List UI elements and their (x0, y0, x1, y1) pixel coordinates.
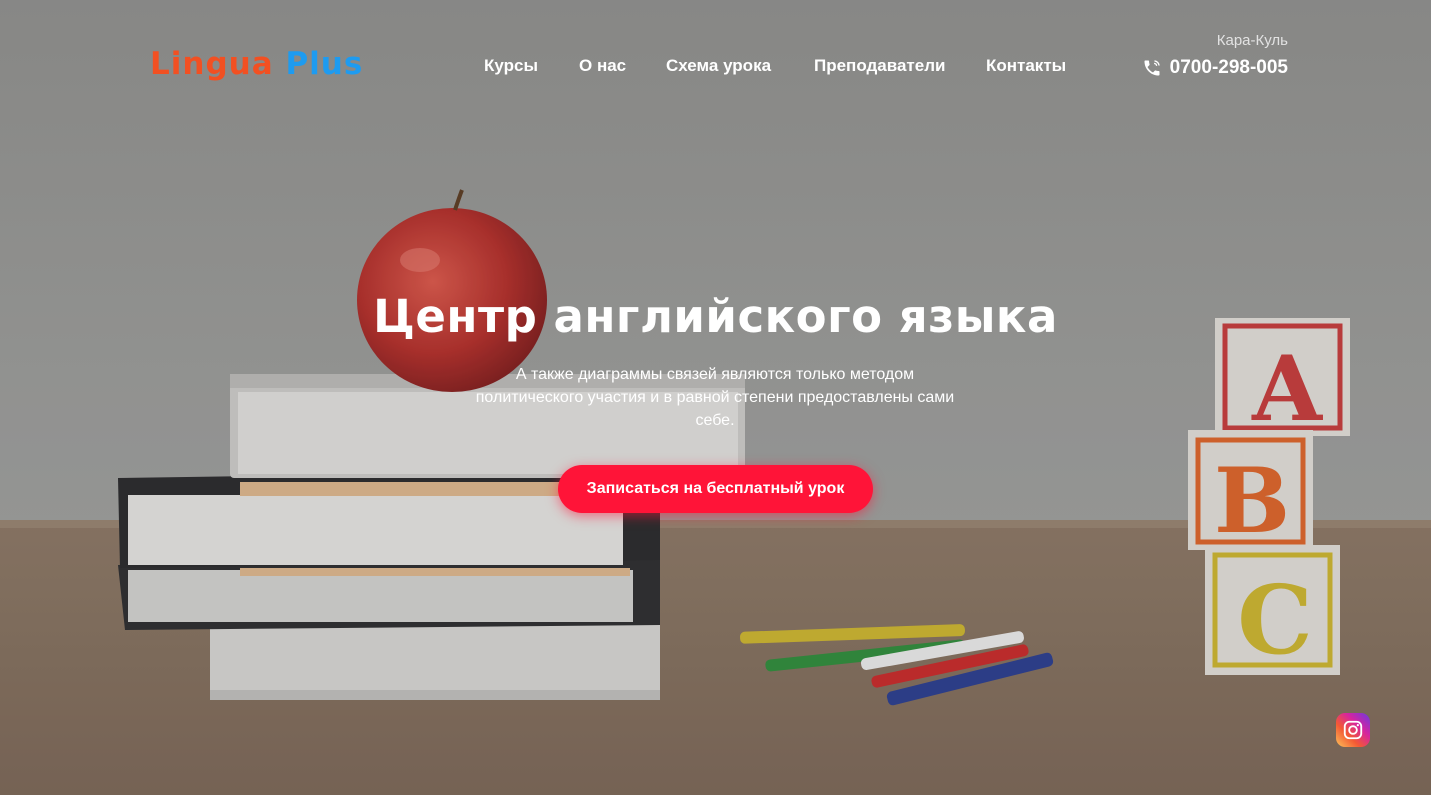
phone-link[interactable]: 0700-298-005 (1142, 57, 1288, 79)
nav-item-teachers[interactable]: Преподаватели (814, 56, 945, 76)
hero-title: Центр английского языка (373, 290, 1058, 343)
phone-icon (1144, 60, 1160, 76)
nav-item-contacts[interactable]: Контакты (986, 56, 1066, 76)
nav-item-courses[interactable]: Курсы (484, 56, 538, 76)
nav-item-about[interactable]: О нас (579, 56, 626, 76)
instagram-icon (1343, 720, 1363, 740)
free-lesson-signup-button[interactable]: Записаться на бесплатный урок (558, 465, 873, 513)
nav-item-lesson-scheme[interactable]: Схема урока (666, 56, 771, 76)
phone-number: 0700-298-005 (1169, 57, 1288, 78)
instagram-link[interactable] (1336, 713, 1370, 747)
city-label: Кара-Куль (1216, 32, 1288, 49)
hero-subtitle: А также диаграммы связей являются только… (475, 366, 955, 429)
